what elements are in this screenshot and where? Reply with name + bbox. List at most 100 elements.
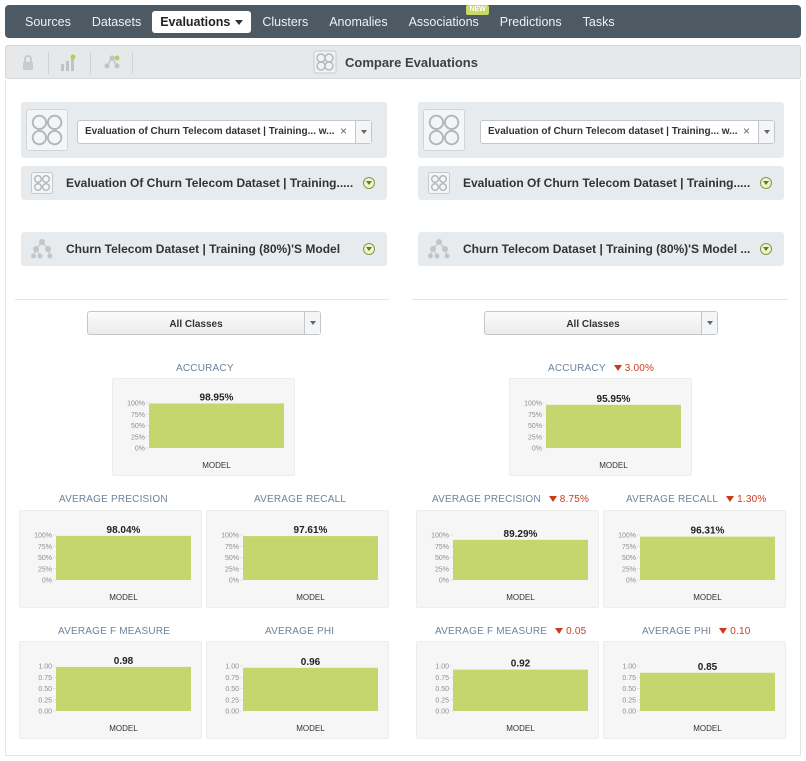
metric-label: AVERAGE PRECISION	[432, 494, 541, 505]
dropdown-arrow-icon[interactable]	[758, 121, 774, 143]
right-precision-title: AVERAGE PRECISION 8.75%	[432, 494, 589, 505]
y-tick-label: 75%	[38, 544, 52, 551]
y-tick-label: 75%	[622, 544, 636, 551]
nav-clusters[interactable]: Clusters	[252, 11, 318, 33]
toolbar-divider	[132, 52, 133, 74]
y-tick-label: 50%	[528, 423, 542, 430]
y-tick-label: 0.75	[435, 675, 449, 682]
left-divider	[15, 299, 389, 300]
metric-label: AVERAGE PHI	[642, 626, 712, 637]
bar-value-label: 0.98	[114, 656, 134, 667]
nav-anomalies[interactable]: Anomalies	[319, 11, 397, 33]
lock-icon[interactable]	[18, 53, 38, 73]
y-tick-label: 100%	[221, 533, 239, 540]
left-precision-title: AVERAGE PRECISION	[59, 494, 168, 505]
y-tick-label: 75%	[528, 412, 542, 419]
new-badge: NEW	[466, 4, 489, 15]
left-evaluation-select-value: Evaluation of Churn Telecom dataset | Tr…	[85, 126, 335, 137]
bar-value-label: 98.04%	[107, 525, 141, 536]
right-accuracy-chart: 0% 25% 50% 75% 100% 95.95% MODEL	[509, 378, 692, 476]
compare-tree-icon[interactable]	[102, 53, 122, 73]
right-divider	[412, 299, 788, 300]
nav-sources[interactable]: Sources	[15, 11, 81, 33]
bar-chart-svg: 0% 25% 50% 75% 100% 98.95% MODEL	[127, 392, 284, 470]
right-phi-title: AVERAGE PHI 0.10	[642, 626, 751, 637]
left-f-title: AVERAGE F MEASURE	[58, 626, 170, 637]
bar-chart-svg: 0% 25% 50% 75% 100% 95.95% MODEL	[524, 394, 681, 470]
bar-value-label: 96.31%	[691, 526, 725, 537]
right-class-select[interactable]: All Classes	[484, 311, 718, 335]
y-tick-label: 0.25	[622, 697, 636, 704]
bar	[640, 536, 775, 580]
y-tick-label: 75%	[435, 544, 449, 551]
nav-associations[interactable]: Associations NEW	[399, 4, 489, 33]
y-tick-label: 100%	[127, 401, 145, 408]
y-tick-label: 1.00	[38, 664, 52, 671]
y-tick-label: 25%	[38, 566, 52, 573]
left-recall-title: AVERAGE RECALL	[254, 494, 346, 505]
x-category-label: MODEL	[693, 593, 722, 602]
left-evaluation-selector-panel: Evaluation of Churn Telecom dataset | Tr…	[21, 102, 387, 158]
left-class-select[interactable]: All Classes	[87, 311, 321, 335]
toolbar-divider	[48, 52, 49, 74]
delta-badge: 8.75%	[549, 494, 589, 505]
bar-value-label: 97.61%	[294, 525, 328, 536]
right-evaluation-select[interactable]: Evaluation of Churn Telecom dataset | Tr…	[480, 120, 775, 144]
y-tick-label: 0.00	[435, 709, 449, 716]
expand-icon[interactable]	[760, 243, 772, 255]
left-class-select-value: All Classes	[169, 319, 223, 330]
right-f-chart: 0.00 0.25 0.50 0.75 1.00 0.92 MODEL	[416, 641, 599, 739]
left-evaluation-info[interactable]: Evaluation Of Churn Telecom Dataset | Tr…	[21, 166, 387, 200]
expand-icon[interactable]	[363, 177, 375, 189]
right-phi-chart: 0.00 0.25 0.50 0.75 1.00 0.85 MODEL	[603, 641, 786, 739]
left-phi-chart: 0.00 0.25 0.50 0.75 1.00 0.96 MODEL	[206, 641, 389, 739]
metric-label: AVERAGE RECALL	[254, 494, 347, 505]
y-tick-label: 0.50	[38, 686, 52, 693]
right-class-select-value: All Classes	[566, 319, 620, 330]
evaluation-thumbnail-icon	[26, 109, 68, 151]
clear-icon[interactable]: ×	[743, 124, 750, 138]
metric-label: AVERAGE PRECISION	[59, 494, 168, 505]
clear-icon[interactable]: ×	[340, 124, 347, 138]
right-evaluation-info[interactable]: Evaluation Of Churn Telecom Dataset | Tr…	[418, 166, 784, 200]
bar-chart-svg: 0.00 0.25 0.50 0.75 1.00 0.85 MODEL	[622, 662, 775, 733]
top-nav: Sources Datasets Evaluations Clusters An…	[5, 4, 801, 38]
y-tick-label: 0.25	[225, 697, 239, 704]
right-model-info[interactable]: Churn Telecom Dataset | Training (80%)'S…	[418, 232, 784, 266]
y-tick-label: 0.50	[225, 686, 239, 693]
y-tick-label: 1.00	[225, 664, 239, 671]
x-category-label: MODEL	[693, 724, 722, 733]
right-recall-chart: 0% 25% 50% 75% 100% 96.31% MODEL	[603, 510, 786, 608]
y-tick-label: 0.50	[435, 686, 449, 693]
nav-datasets[interactable]: Datasets	[82, 11, 151, 33]
dropdown-arrow-icon[interactable]	[304, 312, 320, 334]
right-model-name: Churn Telecom Dataset | Training (80%)'S…	[463, 242, 751, 256]
chart-tree-icon[interactable]	[58, 53, 78, 73]
dropdown-arrow-icon[interactable]	[355, 121, 371, 143]
bar-chart-svg: 0% 25% 50% 75% 100% 96.31% MODEL	[618, 526, 775, 602]
x-category-label: MODEL	[296, 593, 325, 602]
left-evaluation-select[interactable]: Evaluation of Churn Telecom dataset | Tr…	[77, 120, 372, 144]
expand-icon[interactable]	[363, 243, 375, 255]
evaluation-icon	[428, 172, 450, 194]
left-model-info[interactable]: Churn Telecom Dataset | Training (80%)'S…	[21, 232, 387, 266]
nav-predictions[interactable]: Predictions	[490, 11, 572, 33]
y-tick-label: 25%	[225, 566, 239, 573]
y-tick-label: 0.75	[225, 675, 239, 682]
nav-associations-label: Associations	[408, 14, 479, 29]
expand-icon[interactable]	[760, 177, 772, 189]
x-category-label: MODEL	[599, 461, 628, 470]
y-tick-label: 100%	[524, 401, 542, 408]
y-tick-label: 1.00	[622, 664, 636, 671]
y-tick-label: 50%	[622, 555, 636, 562]
nav-evaluations[interactable]: Evaluations	[152, 10, 252, 33]
evaluation-icon	[31, 172, 53, 194]
page-title-group: Compare Evaluations	[313, 50, 478, 74]
y-tick-label: 100%	[34, 533, 52, 540]
dropdown-arrow-icon[interactable]	[701, 312, 717, 334]
nav-tasks[interactable]: Tasks	[573, 11, 625, 33]
y-tick-label: 0%	[42, 578, 52, 585]
y-tick-label: 50%	[38, 555, 52, 562]
compare-evaluations-icon	[313, 50, 337, 74]
left-precision-chart: 0% 25% 50% 75% 100% 98.04% MODEL	[19, 510, 202, 608]
